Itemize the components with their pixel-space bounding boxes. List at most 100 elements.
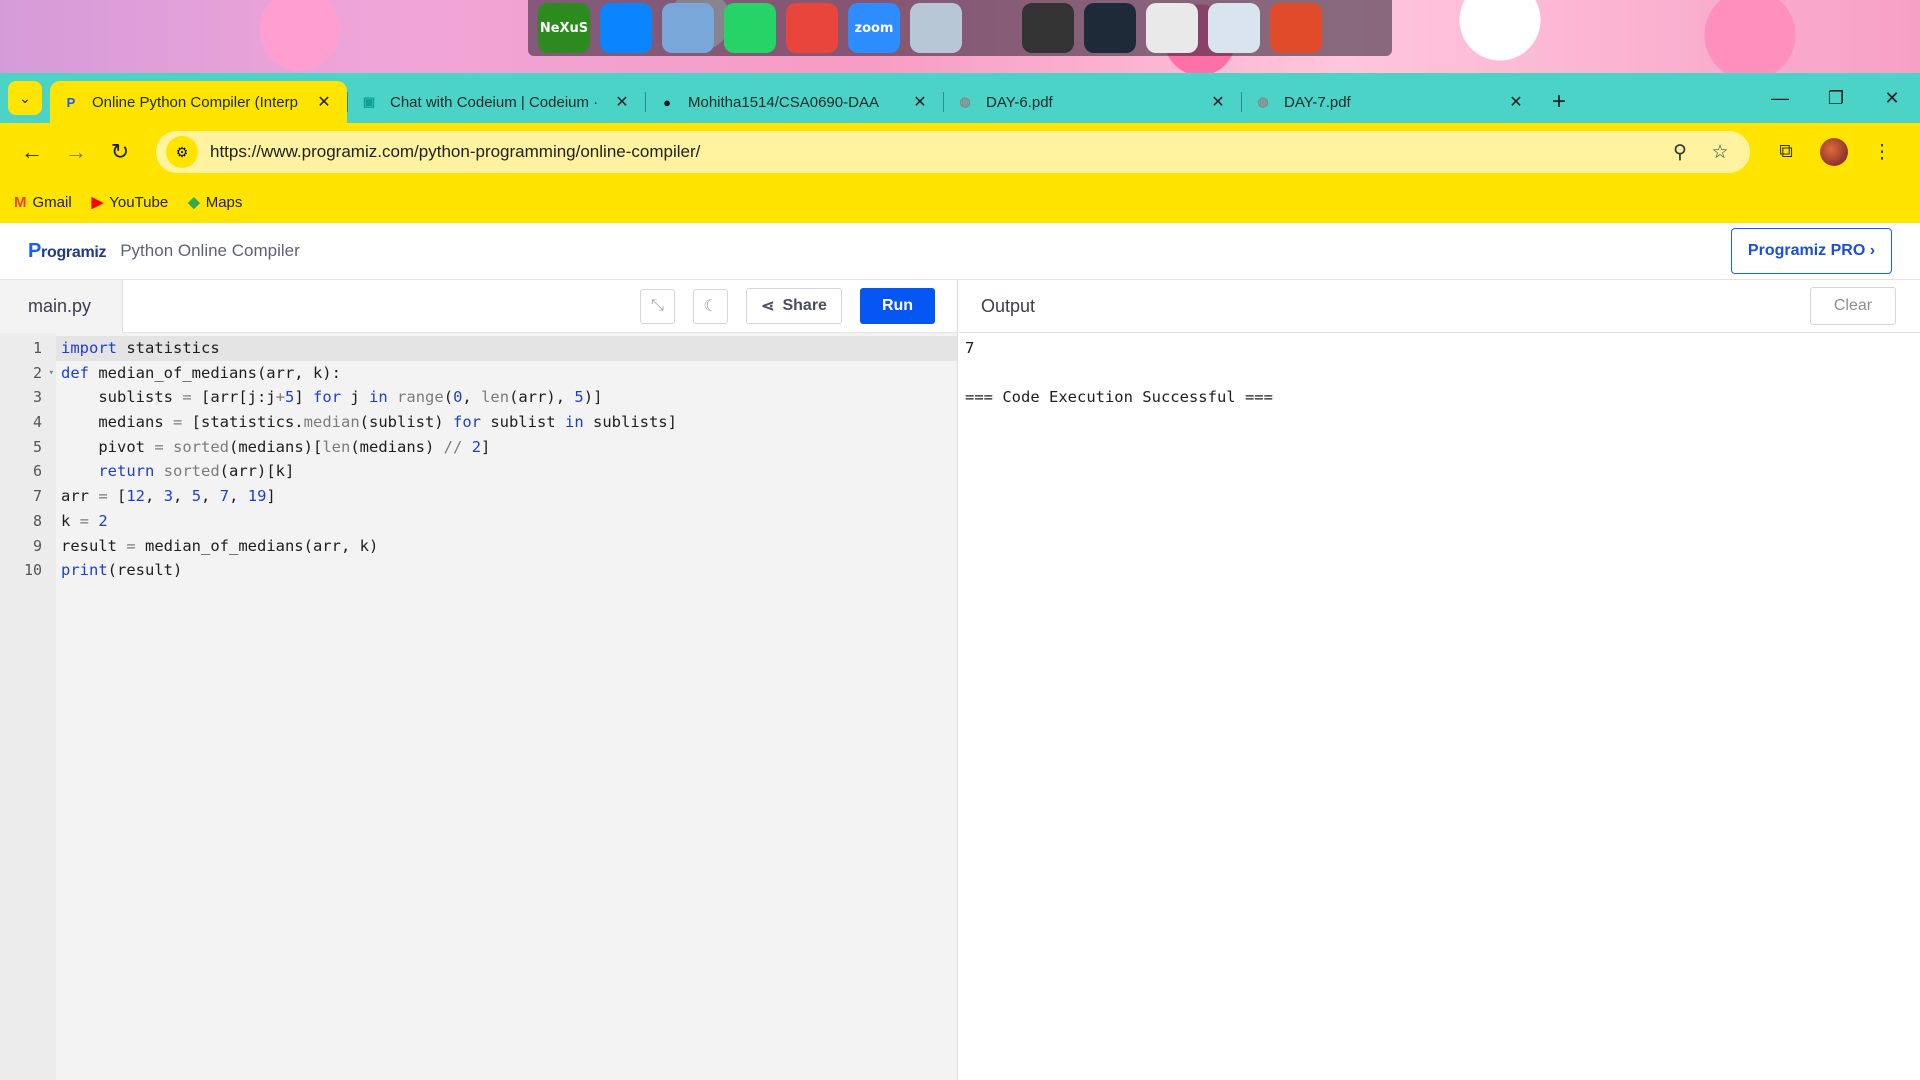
browser-tab[interactable]: ◍ DAY-6.pdf ✕ (944, 81, 1241, 123)
tab-close-icon[interactable]: ✕ (1207, 92, 1229, 112)
tab-title: Chat with Codeium | Codeium · (390, 93, 599, 111)
logo-initial: P (28, 239, 42, 262)
windows-icon[interactable] (600, 3, 652, 53)
speaker-icon[interactable] (1022, 3, 1074, 53)
menu-kebab-icon[interactable]: ⋮ (1862, 141, 1902, 164)
code-line[interactable]: medians = [statistics.median(sublist) fo… (56, 410, 957, 435)
code-line[interactable]: return sorted(arr)[k] (56, 459, 957, 484)
line-number: 4 (32, 413, 42, 432)
computer-icon[interactable] (662, 3, 714, 53)
close-window-button[interactable]: ✕ (1864, 73, 1920, 123)
whatsapp-icon[interactable] (724, 3, 776, 53)
file-tab-main-py[interactable]: main.py (0, 279, 123, 333)
tab-favicon-icon: ● (663, 94, 671, 110)
maps-icon: ◆ (188, 194, 200, 211)
fold-arrow-icon[interactable]: ▾ (49, 361, 54, 386)
code-line[interactable]: def median_of_medians(arr, k): (56, 361, 957, 386)
tab-search-button[interactable]: ⌄ (8, 81, 42, 115)
forward-button[interactable]: → (56, 132, 96, 172)
code-line[interactable]: import statistics (56, 336, 957, 361)
browser-toolbar: ← → ↻ ⚙ https://www.programiz.com/python… (0, 123, 1920, 181)
recycle-bin-icon[interactable] (910, 3, 962, 53)
code-line[interactable]: sublists = [arr[j:j+5] for j in range(0,… (56, 385, 957, 410)
zoom-icon[interactable]: ⚲ (1660, 141, 1700, 164)
line-number: 3 (32, 388, 42, 407)
chrome-icon[interactable] (786, 3, 838, 53)
zoom-icon[interactable]: zoom (848, 3, 900, 53)
line-number: 2 ▾ (0, 361, 56, 386)
nexus-icon[interactable]: NeXuS (538, 3, 590, 53)
line-number: 9 (32, 536, 42, 555)
run-button[interactable]: Run (860, 288, 935, 324)
code-line[interactable]: arr = [12, 3, 5, 7, 19] (56, 484, 957, 509)
line-number: 1 (32, 339, 42, 357)
share-button[interactable]: ⋖ Share (746, 288, 842, 324)
back-button[interactable]: ← (12, 132, 52, 172)
line-number: 10 (23, 561, 42, 580)
tab-favicon-icon: ◍ (1257, 94, 1269, 109)
site-info-icon[interactable]: ⚙ (166, 136, 198, 168)
output-line: 7 (965, 339, 975, 357)
desktop-wallpaper: NeXuS zoom (0, 0, 1920, 73)
taskbar-dock: NeXuS zoom (528, 0, 1392, 56)
fullscreen-collapse-icon[interactable]: ⤡ (640, 288, 675, 324)
code-line[interactable]: pivot = sorted(medians)[len(medians) // … (56, 435, 957, 460)
output-line: === Code Execution Successful === (965, 388, 1273, 407)
output-title: Output (981, 295, 1036, 316)
profile-avatar[interactable] (1820, 138, 1848, 166)
bookmark-star-icon[interactable]: ☆ (1700, 141, 1740, 164)
tab-close-icon[interactable]: ✕ (611, 92, 633, 112)
tab-title: Online Python Compiler (Interp (92, 93, 298, 111)
code-line[interactable]: result = median_of_medians(arr, k) (56, 534, 957, 559)
dark-mode-moon-icon[interactable]: ☾ (693, 288, 728, 324)
tab-favicon-icon: ▣ (362, 94, 376, 109)
browser-tab[interactable]: ▣ Chat with Codeium | Codeium · ✕ (348, 81, 645, 123)
programiz-logo[interactable]: Programiz (28, 239, 107, 263)
monitor-moon-icon[interactable] (1208, 3, 1260, 53)
code-editor[interactable]: import statistics def median_of_medians(a… (56, 333, 957, 1080)
power-icon[interactable] (1270, 3, 1322, 53)
output-pane: Output Clear 7 === Code Execution Success… (959, 280, 1920, 1080)
page-title: Python Online Compiler (120, 241, 300, 260)
tab-close-icon[interactable]: ✕ (909, 92, 931, 112)
bookmark-youtube[interactable]: ▶ YouTube (91, 193, 169, 212)
browser-tab[interactable]: ● Mohitha1514/CSA0690-DAA ✕ (646, 81, 943, 123)
bookmark-label: YouTube (109, 193, 169, 211)
programiz-header: Programiz Python Online Compiler Program… (0, 223, 1920, 280)
address-bar[interactable]: ⚙ https://www.programiz.com/python-progr… (156, 131, 1750, 173)
tab-close-icon[interactable]: ✕ (1505, 92, 1527, 112)
new-tab-button[interactable]: + (1539, 81, 1579, 123)
browser-tab-strip: ⌄ P Online Python Compiler (Interp ✕ ▣ Chat … (0, 73, 1920, 123)
clear-button[interactable]: Clear (1810, 287, 1896, 325)
youtube-icon: ▶ (91, 194, 104, 211)
logo-text: rogramiz (41, 243, 107, 261)
url-text[interactable]: https://www.programiz.com/python-program… (210, 142, 1660, 162)
reload-button[interactable]: ↻ (100, 132, 140, 172)
restore-button[interactable]: ❐ (1808, 73, 1864, 123)
tab-title: DAY-7.pdf (1284, 93, 1351, 111)
bookmark-maps[interactable]: ◆ Maps (188, 193, 242, 212)
camera-icon[interactable] (1084, 3, 1136, 53)
bookmark-label: Gmail (32, 193, 72, 211)
minimize-button[interactable]: — (1752, 73, 1808, 123)
line-number: 6 (32, 462, 42, 481)
bookmarks-bar: M Gmail ▶ YouTube ◆ Maps (0, 181, 1920, 223)
code-line[interactable]: k = 2 (56, 509, 957, 534)
clock-icon[interactable] (1146, 3, 1198, 53)
output-header: Output Clear (959, 280, 1920, 333)
code-line[interactable]: print(result) (56, 558, 957, 583)
line-number: 7 (32, 487, 42, 506)
tab-favicon-icon: P (66, 94, 76, 110)
line-number: 5 (32, 437, 42, 456)
bookmark-gmail[interactable]: M Gmail (14, 194, 72, 211)
tab-close-icon[interactable]: ✕ (313, 92, 335, 112)
browser-tab[interactable]: P Online Python Compiler (Interp ✕ (50, 81, 347, 123)
extensions-icon[interactable]: ⧉ (1766, 141, 1806, 163)
browser-tab[interactable]: ◍ DAY-7.pdf ✕ (1242, 81, 1539, 123)
share-label: Share (782, 297, 827, 314)
tab-favicon-icon: ◍ (959, 94, 971, 109)
editor-pane: main.py ⤡ ☾ ⋖ Share Run 1 2 ▾ 3 4 5 6 7 8 9 10 impo… (0, 279, 958, 1080)
share-icon: ⋖ (761, 298, 775, 315)
programiz-pro-button[interactable]: Programiz PRO › (1731, 228, 1892, 274)
output-console[interactable]: 7 === Code Execution Successful === (959, 333, 1920, 413)
